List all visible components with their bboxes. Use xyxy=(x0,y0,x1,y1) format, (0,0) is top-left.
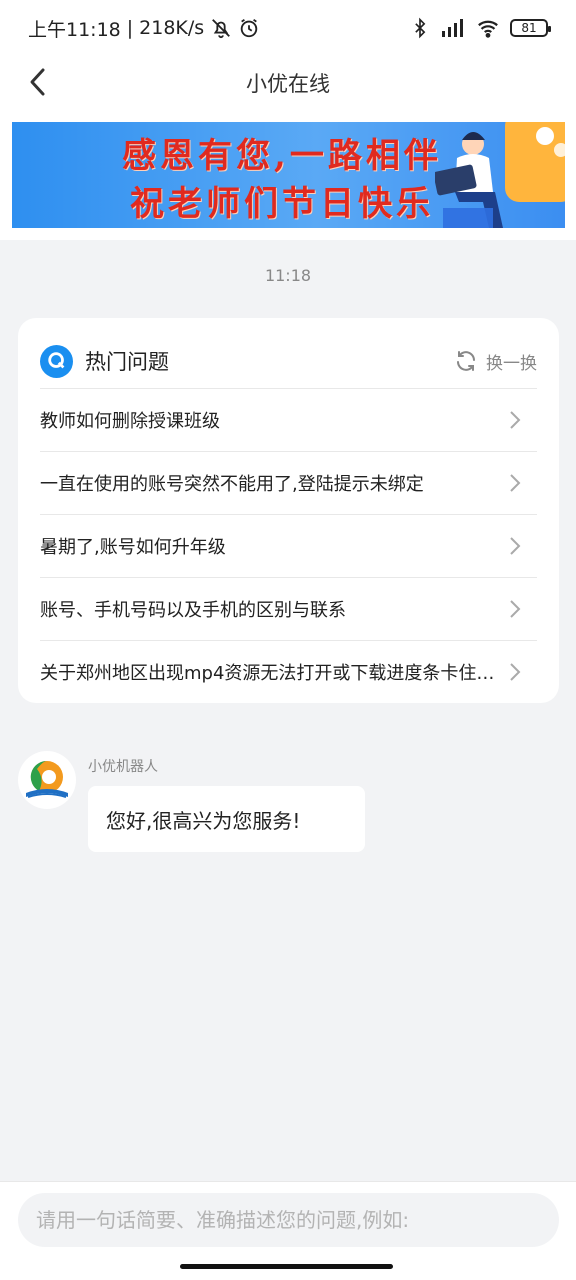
question-text: 账号、手机号码以及手机的区别与联系 xyxy=(40,600,346,621)
hot-questions-card: 热门问题 换一换 教师如何删除授课班级 一直在使用的账号突然不能用了,登陆提示未… xyxy=(18,318,559,703)
battery-icon: 81 xyxy=(510,19,551,37)
bot-message-bubble: 您好,很高兴为您服务! xyxy=(88,786,365,852)
status-right: 81 xyxy=(410,17,551,39)
chevron-right-icon xyxy=(510,411,521,429)
chevron-right-icon xyxy=(510,663,521,681)
bot-name: 小优机器人 xyxy=(88,759,158,775)
nav-bar: 小优在线 xyxy=(0,56,576,110)
chevron-left-icon xyxy=(30,68,45,96)
question-text: 教师如何删除授课班级 xyxy=(40,411,220,432)
banner-line2: 祝老师们节日快乐 xyxy=(130,184,434,224)
bluetooth-icon xyxy=(415,17,426,39)
status-time: 上午11:18 xyxy=(28,18,121,41)
question-item[interactable]: 账号、手机号码以及手机的区别与联系 xyxy=(40,577,537,640)
wifi-icon xyxy=(478,20,498,38)
chevron-right-icon xyxy=(510,600,521,618)
question-item[interactable]: 教师如何删除授课班级 xyxy=(40,388,537,451)
status-bar: 上午11:18 | 218K/s 81 xyxy=(0,0,576,56)
refresh-button[interactable]: 换一换 xyxy=(454,349,537,374)
hot-questions-header: 热门问题 换一换 xyxy=(40,334,537,388)
chat-timestamp: 11:18 xyxy=(264,266,312,285)
question-item[interactable]: 关于郑州地区出现mp4资源无法打开或下载进度条卡住的问题 xyxy=(40,640,537,703)
chevron-right-icon xyxy=(510,537,521,555)
battery-level: 81 xyxy=(521,21,537,35)
status-left: 上午11:18 | 218K/s xyxy=(28,15,260,42)
network-speed: 218K/s xyxy=(139,17,205,39)
question-text: 关于郑州地区出现mp4资源无法打开或下载进度条卡住的问题 xyxy=(40,663,495,684)
hot-questions-list: 教师如何删除授课班级 一直在使用的账号突然不能用了,登陆提示未绑定 暑期了,账号… xyxy=(40,388,537,703)
chevron-right-icon xyxy=(510,474,521,492)
question-input[interactable] xyxy=(18,1193,559,1247)
refresh-icon xyxy=(457,351,475,371)
signal-icon xyxy=(442,19,463,37)
status-divider: | xyxy=(126,17,134,39)
bot-message-text: 您好,很高兴为您服务! xyxy=(106,808,301,833)
bell-off-icon xyxy=(212,19,231,39)
banner-area: 感恩有您,一路相伴 祝老师们节日快乐 xyxy=(0,110,576,240)
home-indicator[interactable] xyxy=(180,1264,393,1269)
question-text: 暑期了,账号如何升年级 xyxy=(40,537,226,558)
back-button[interactable] xyxy=(20,64,56,100)
refresh-label: 换一换 xyxy=(486,353,537,374)
teachers-day-banner[interactable]: 感恩有您,一路相伴 祝老师们节日快乐 xyxy=(12,122,565,228)
question-item[interactable]: 一直在使用的账号突然不能用了,登陆提示未绑定 xyxy=(40,451,537,514)
bot-logo-icon xyxy=(26,760,68,798)
banner-line1: 感恩有您,一路相伴 xyxy=(122,136,442,176)
bot-avatar[interactable] xyxy=(18,751,76,809)
question-item[interactable]: 暑期了,账号如何升年级 xyxy=(40,514,537,577)
q-logo-icon xyxy=(40,344,73,378)
teacher-laptop-illustration xyxy=(435,122,565,228)
hot-questions-title: 热门问题 xyxy=(85,350,169,374)
question-text: 一直在使用的账号突然不能用了,登陆提示未绑定 xyxy=(40,474,424,495)
page-title: 小优在线 xyxy=(246,72,330,96)
alarm-icon xyxy=(240,18,258,38)
